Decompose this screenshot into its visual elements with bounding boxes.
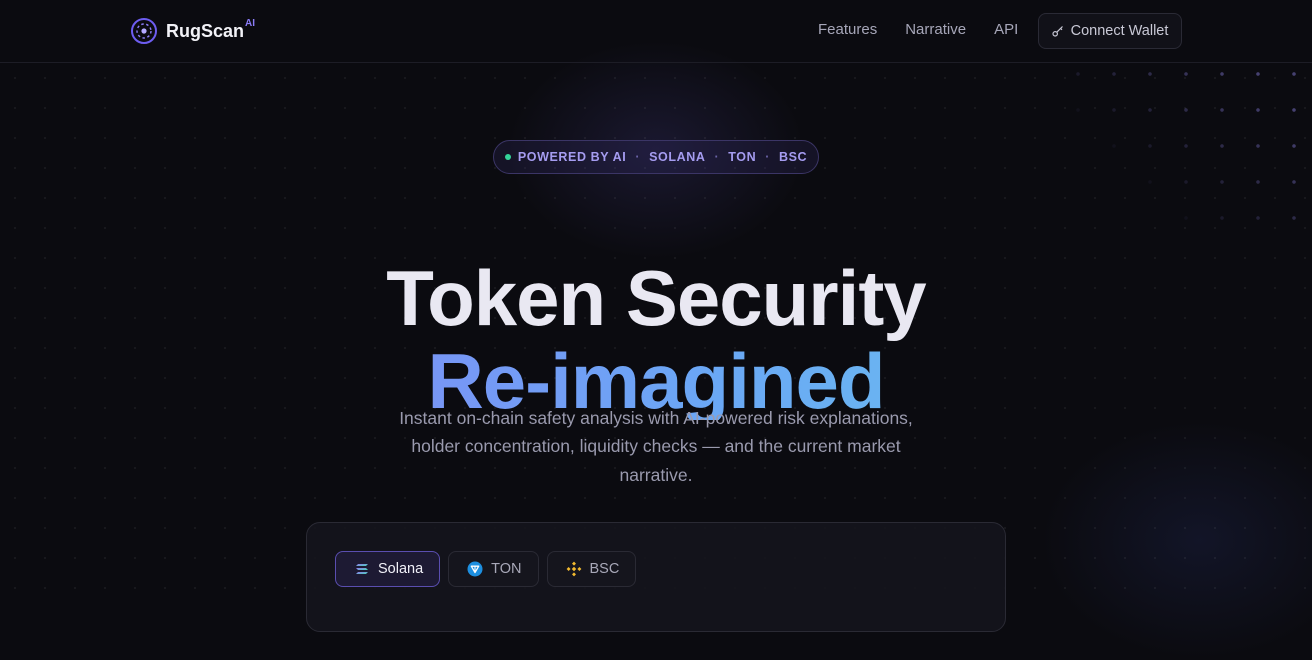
connect-wallet-label: Connect Wallet [1070,23,1169,39]
brand-logo-link[interactable]: RugScan AI [130,17,255,45]
chain-tab-label: Solana [378,561,424,577]
chain-tab-label: BSC [589,561,620,577]
top-navbar: RugScan AI Features Narrative API Connec… [0,0,1312,63]
badge-separator: · [635,150,641,164]
brand-name: RugScan [166,20,245,41]
key-icon [1051,26,1063,37]
chain-tab-ton[interactable]: TON [448,551,539,587]
brand-ai-superscript: AI [245,17,256,29]
accent-dot-grid [1060,56,1312,226]
bnb-icon [566,561,581,577]
hero-title: Token Security [386,254,926,343]
badge-item-bsc: BSC [778,150,808,164]
connect-wallet-button[interactable]: Connect Wallet [1038,13,1182,49]
chain-selector: Solana TON BSC [335,551,637,587]
nav-link-features[interactable]: Features [818,21,877,38]
hero-subtitle: Instant on-chain safety analysis with AI… [399,407,913,485]
badge-item-solana: SOLANA [649,150,706,164]
chain-tab-bsc[interactable]: BSC [546,551,637,587]
ton-icon [467,561,483,577]
radar-logo-icon [131,18,157,44]
badge-item-ai: POWERED BY AI [517,150,627,164]
corner-glow [1040,420,1312,660]
nav-link-api[interactable]: API [994,21,1018,38]
token-scanner-card: Solana TON BSC [306,522,1006,632]
powered-by-badge: POWERED BY AI · SOLANA · TON · BSC [493,140,819,174]
solana-icon [356,564,368,574]
nav-link-narrative[interactable]: Narrative [905,21,966,38]
live-status-dot [504,154,511,160]
badge-separator: · [765,150,770,164]
badge-item-ton: TON [728,150,757,164]
chain-tab-solana[interactable]: Solana [335,551,441,587]
badge-separator: · [714,150,720,164]
nav-links: Features Narrative API [818,21,1018,38]
chain-tab-label: TON [491,561,522,577]
